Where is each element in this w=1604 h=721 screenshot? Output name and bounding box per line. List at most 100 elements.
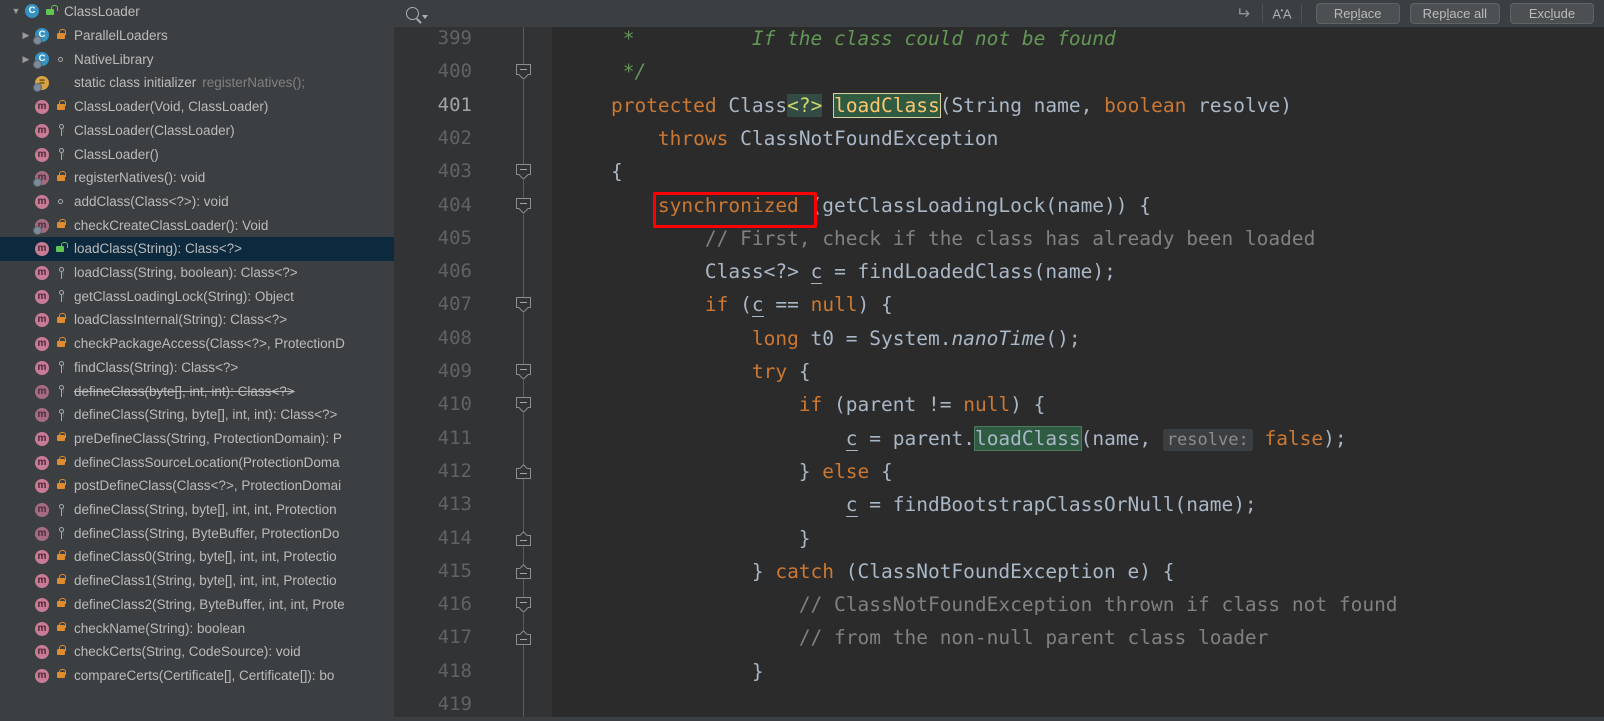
fold-toggle-icon[interactable] bbox=[516, 197, 531, 213]
structure-tree-item[interactable]: ▶ ParallelLoaders bbox=[0, 24, 394, 48]
method-icon bbox=[34, 311, 51, 328]
structure-tree-item[interactable]: postDefineClass(Class<?>, ProtectionDoma… bbox=[0, 474, 394, 498]
code-editor-text[interactable]: * If the class could not be found */ pro… bbox=[552, 27, 1604, 717]
structure-tree-item[interactable]: defineClass0(String, byte[], int, int, P… bbox=[0, 545, 394, 569]
code-folding-gutter[interactable] bbox=[482, 27, 552, 717]
code-line[interactable]: synchronized (getClassLoadingLock(name))… bbox=[564, 189, 1151, 222]
structure-item-label: ClassLoader(ClassLoader) bbox=[74, 122, 235, 138]
fold-toggle-icon[interactable] bbox=[516, 364, 531, 379]
structure-tree-item[interactable]: loadClassInternal(String): Class<?> bbox=[0, 308, 394, 332]
structure-tree-item[interactable]: defineClass(String, ByteBuffer, Protecti… bbox=[0, 521, 394, 545]
structure-tree-item[interactable]: ▼ ClassLoader bbox=[0, 0, 394, 24]
code-line[interactable]: // from the non-null parent class loader bbox=[564, 621, 1269, 654]
structure-tree-item[interactable]: ClassLoader() bbox=[0, 142, 394, 166]
structure-tree-item[interactable]: checkCerts(String, CodeSource): void bbox=[0, 640, 394, 664]
code-line[interactable]: } catch (ClassNotFoundException e) { bbox=[564, 555, 1175, 588]
visibility-protected-icon bbox=[54, 28, 68, 44]
structure-tree-item[interactable]: findClass(String): Class<?> bbox=[0, 356, 394, 380]
code-token: throws bbox=[657, 126, 729, 150]
code-line[interactable]: // ClassNotFoundException thrown if clas… bbox=[564, 588, 1398, 621]
code-token: = findBootstrapClassOrNull(name); bbox=[857, 493, 1257, 517]
code-token: ( bbox=[728, 293, 752, 317]
structure-tree-item[interactable]: compareCerts(Certificate[], Certificate[… bbox=[0, 664, 394, 688]
ide-window: ▼ ClassLoader ▶ ParallelLoaders ▶ NativeLibra… bbox=[0, 0, 1604, 717]
code-line[interactable]: } bbox=[564, 522, 811, 555]
code-line[interactable]: c = findBootstrapClassOrNull(name); bbox=[564, 488, 1257, 521]
code-line[interactable]: long t0 = System.nanoTime(); bbox=[564, 322, 1081, 355]
fold-toggle-icon[interactable] bbox=[516, 397, 531, 412]
structure-tree-item[interactable]: defineClass(String, byte[], int, int): C… bbox=[0, 403, 394, 427]
structure-tree-item[interactable]: defineClassSourceLocation(ProtectionDoma bbox=[0, 450, 394, 474]
code-token: parent bbox=[845, 393, 917, 417]
chevron-down-icon[interactable]: ▼ bbox=[8, 7, 24, 16]
visibility-private-icon bbox=[54, 407, 68, 423]
code-line[interactable]: } else { bbox=[564, 455, 893, 488]
structure-tool-window[interactable]: ▼ ClassLoader ▶ ParallelLoaders ▶ NativeLibra… bbox=[0, 0, 394, 717]
code-token: (getClassLoadingLock(name)) { bbox=[798, 193, 1152, 217]
replace-button[interactable]: Replace bbox=[1315, 3, 1400, 24]
match-case-icon[interactable]: A•A bbox=[1263, 0, 1301, 27]
structure-tree-item[interactable]: defineClass1(String, byte[], int, int, P… bbox=[0, 569, 394, 593]
structure-tree-item[interactable]: checkCreateClassLoader(): Void bbox=[0, 213, 394, 237]
visibility-private-icon bbox=[54, 122, 68, 138]
code-token: ) { bbox=[857, 293, 893, 317]
fold-toggle-icon[interactable] bbox=[516, 464, 531, 479]
structure-tree-item[interactable]: defineClass(byte[], int, int): Class<?> bbox=[0, 379, 394, 403]
structure-tree-item[interactable]: addClass(Class<?>): void bbox=[0, 190, 394, 214]
structure-tree-item[interactable]: checkName(String): boolean bbox=[0, 616, 394, 640]
code-line[interactable]: } bbox=[564, 655, 764, 688]
structure-tree-item[interactable]: registerNatives(): void bbox=[0, 166, 394, 190]
fold-toggle-icon[interactable] bbox=[516, 630, 531, 646]
structure-tree-item[interactable]: ▶ NativeLibrary bbox=[0, 47, 394, 71]
class-icon bbox=[24, 3, 41, 20]
code-line[interactable]: if (parent != null) { bbox=[564, 388, 1046, 421]
code-line[interactable]: if (c == null) { bbox=[564, 288, 893, 321]
structure-tree-item[interactable]: preDefineClass(String, ProtectionDomain)… bbox=[0, 427, 394, 451]
code-line[interactable]: c = parent.loadClass(name, resolve: fals… bbox=[564, 422, 1347, 455]
method-icon bbox=[34, 193, 51, 210]
line-number: 400 bbox=[437, 60, 472, 83]
structure-tree-item[interactable]: getClassLoadingLock(String): Object bbox=[0, 284, 394, 308]
code-line[interactable]: { bbox=[564, 155, 623, 188]
structure-tree-item[interactable]: loadClass(String): Class<?> bbox=[0, 237, 394, 261]
chevron-right-icon[interactable]: ▶ bbox=[18, 31, 34, 40]
code-line[interactable]: * If the class could not be found bbox=[564, 27, 1116, 55]
structure-tree-item[interactable]: static class initializer registerNatives(… bbox=[0, 71, 394, 95]
structure-tree-item[interactable]: ClassLoader(Void, ClassLoader) bbox=[0, 95, 394, 119]
fold-toggle-icon[interactable] bbox=[516, 564, 531, 579]
chevron-down-icon[interactable] bbox=[422, 14, 428, 19]
structure-tree-item[interactable]: ClassLoader(ClassLoader) bbox=[0, 119, 394, 143]
fold-toggle-icon[interactable] bbox=[516, 64, 531, 79]
line-number: 403 bbox=[437, 160, 472, 183]
structure-tree-item[interactable]: defineClass2(String, ByteBuffer, int, in… bbox=[0, 593, 394, 617]
structure-tree-item[interactable]: loadClass(String, boolean): Class<?> bbox=[0, 261, 394, 285]
code-line[interactable]: try { bbox=[564, 355, 811, 388]
code-line[interactable]: Class<?> c = findLoadedClass(name); bbox=[564, 255, 1116, 288]
fold-toggle-icon[interactable] bbox=[516, 597, 531, 612]
code-token: { bbox=[787, 360, 811, 383]
code-line[interactable]: // First, check if the class has already… bbox=[564, 222, 1315, 255]
code-line[interactable]: protected Class<?> loadClass(String name… bbox=[564, 89, 1292, 122]
replace-all-button[interactable]: Replace all bbox=[1409, 3, 1500, 24]
chevron-right-icon[interactable]: ▶ bbox=[18, 54, 34, 64]
fold-toggle-icon[interactable] bbox=[516, 297, 531, 312]
code-token: if bbox=[798, 393, 823, 417]
method-icon-deprecated bbox=[34, 383, 51, 400]
code-token: == bbox=[763, 293, 811, 317]
code-line[interactable]: */ bbox=[564, 55, 647, 88]
search-input[interactable] bbox=[394, 0, 1224, 27]
fold-toggle-icon[interactable] bbox=[516, 164, 531, 179]
structure-tree-item[interactable]: checkPackageAccess(Class<?>, ProtectionD bbox=[0, 332, 394, 356]
multiline-toggle-icon[interactable]: ↵ bbox=[1224, 0, 1262, 27]
code-token: // ClassNotFoundException thrown if clas… bbox=[798, 593, 1398, 617]
structure-tree-item[interactable]: defineClass(String, byte[], int, int, Pr… bbox=[0, 498, 394, 522]
fold-toggle-icon[interactable] bbox=[516, 531, 531, 546]
line-number: 401 bbox=[437, 93, 472, 116]
exclude-button[interactable]: Exclude bbox=[1510, 3, 1594, 24]
code-line[interactable]: throws ClassNotFoundException bbox=[564, 122, 998, 155]
